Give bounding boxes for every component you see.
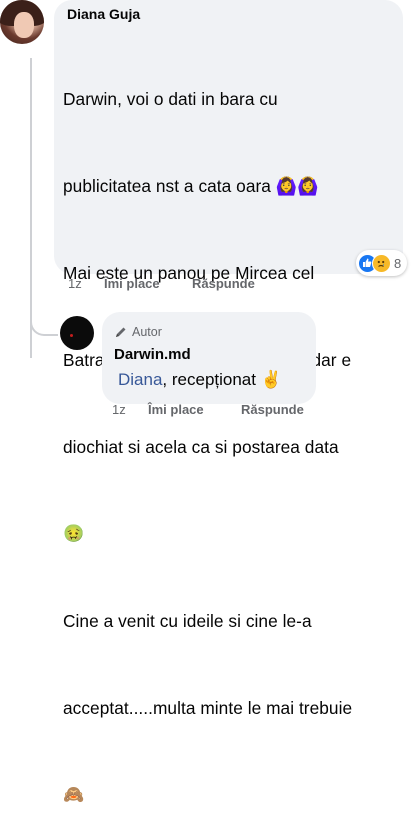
comment-author[interactable]: Diana Guja (67, 6, 140, 22)
comment-line: Darwin, voi o dati in bara cu (63, 89, 278, 109)
reply-author[interactable]: Darwin.md (114, 346, 191, 363)
avatar-diana[interactable] (0, 0, 44, 44)
reply-like-button[interactable]: Îmi place (148, 402, 204, 417)
avatar-face (14, 12, 34, 38)
like-button[interactable]: Îmi place (104, 276, 160, 291)
comment-line: Cine a venit cu ideile si cine le-a (63, 611, 312, 631)
comment-line: 🤢 (63, 524, 85, 544)
reply-body: Diana, recepționat ✌️ (118, 370, 282, 390)
avatar-darwin[interactable] (60, 316, 94, 350)
pen-icon (116, 327, 126, 337)
comment-line: 🙈 (63, 785, 85, 805)
comment-line: publicitatea nst a cata oara 🙆‍♀️🙆‍♀️ (63, 176, 319, 196)
sad-icon (372, 253, 391, 273)
reply-time[interactable]: 1z (112, 402, 126, 417)
reaction-count: 8 (394, 255, 402, 271)
comment-time[interactable]: 1z (68, 276, 82, 291)
mention-link[interactable]: Diana (118, 370, 162, 389)
reply-reply-button[interactable]: Răspunde (241, 402, 304, 417)
thread-connector (30, 300, 58, 336)
author-badge-label: Autor (132, 325, 162, 339)
comment-body: Darwin, voi o dati in bara cu publicitat… (63, 27, 401, 832)
reply-button[interactable]: Răspunde (192, 276, 255, 291)
comment-bubble: Diana Guja Darwin, voi o dati in bara cu… (54, 0, 403, 805)
avatar-mark (70, 334, 73, 337)
reply-text: , recepționat ✌️ (162, 370, 282, 389)
reply-bubble: Autor Darwin.md Diana, recepționat ✌️ (102, 312, 316, 404)
comment-line: acceptat.....multa minte le mai trebuie (63, 698, 353, 718)
reactions-summary[interactable]: 8 (356, 250, 408, 276)
author-badge: Autor (114, 325, 162, 339)
comment-line: diochiat si acela ca si postarea data (63, 437, 339, 457)
